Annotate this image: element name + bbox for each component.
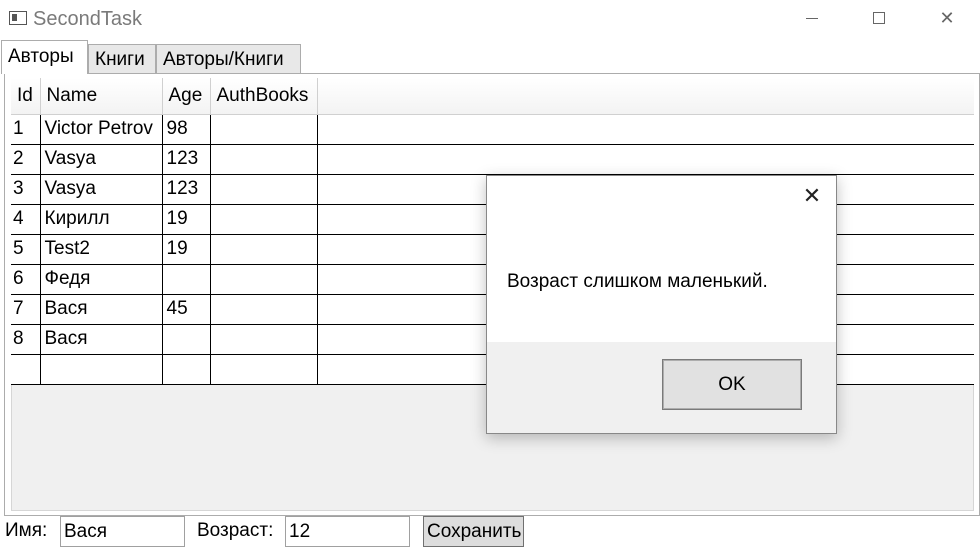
cell-authbooks[interactable] [210, 324, 318, 355]
maximize-button[interactable] [849, 0, 909, 36]
cell-name[interactable]: Вася [40, 294, 163, 325]
maximize-icon [873, 12, 885, 24]
age-input[interactable] [285, 516, 410, 547]
cell-name[interactable]: Вася [40, 324, 163, 355]
column-header-age[interactable]: Age [162, 78, 211, 115]
cell-authbooks[interactable] [210, 234, 318, 265]
window-title: SecondTask [33, 8, 142, 30]
cell-authbooks[interactable] [210, 294, 318, 325]
name-input[interactable] [60, 516, 185, 547]
cell-age[interactable]: 45 [162, 294, 211, 325]
age-label: Возраст: [197, 520, 274, 541]
cell-authbooks[interactable] [210, 174, 318, 205]
cell-id[interactable]: 3 [11, 174, 41, 205]
cell-name[interactable]: Vasya [40, 144, 163, 175]
window-app-icon [9, 11, 27, 25]
cell-id[interactable]: 2 [11, 144, 41, 175]
cell-age[interactable] [162, 354, 211, 385]
table-row[interactable]: 2 Vasya 123 [11, 144, 974, 175]
minimize-icon [806, 17, 818, 19]
edit-form: Имя: Возраст: Сохранить [0, 515, 980, 547]
cell-age[interactable] [162, 324, 211, 355]
cell-authbooks[interactable] [210, 204, 318, 235]
cell-id[interactable]: 4 [11, 204, 41, 235]
column-header-authbooks[interactable]: AuthBooks [210, 78, 318, 115]
cell-name[interactable]: Victor Petrov [40, 114, 163, 145]
cell-age[interactable]: 123 [162, 144, 211, 175]
column-header-filler [317, 78, 974, 115]
cell-id[interactable]: 8 [11, 324, 41, 355]
cell-age[interactable]: 19 [162, 234, 211, 265]
cell-id[interactable]: 5 [11, 234, 41, 265]
grid-header-row: Id Name Age AuthBooks [11, 78, 974, 115]
message-dialog: ✕ Возраст слишком маленький. OK [486, 175, 837, 434]
dialog-footer: OK [487, 342, 836, 433]
tab-authors-books[interactable]: Авторы/Книги [156, 44, 301, 74]
minimize-button[interactable] [782, 0, 842, 36]
cell-authbooks[interactable] [210, 114, 318, 145]
save-button[interactable]: Сохранить [423, 516, 524, 547]
column-header-name[interactable]: Name [40, 78, 163, 115]
column-header-id[interactable]: Id [11, 78, 41, 115]
dialog-message: Возраст слишком маленький. [507, 271, 768, 292]
tab-authors[interactable]: Авторы [1, 40, 88, 74]
tab-bar: Авторы/Книги Книги Авторы [0, 40, 980, 74]
cell-id[interactable]: 1 [11, 114, 41, 145]
tab-books[interactable]: Книги [88, 44, 156, 74]
cell-filler [317, 144, 974, 175]
cell-name[interactable]: Кирилл [40, 204, 163, 235]
close-icon: ✕ [802, 183, 822, 208]
cell-id[interactable]: 7 [11, 294, 41, 325]
cell-name[interactable] [40, 354, 163, 385]
cell-authbooks[interactable] [210, 354, 318, 385]
cell-authbooks[interactable] [210, 144, 318, 175]
cell-name[interactable]: Федя [40, 264, 163, 295]
cell-name[interactable]: Test2 [40, 234, 163, 265]
ok-button[interactable]: OK [663, 360, 801, 409]
dialog-close-button[interactable]: ✕ [792, 178, 832, 214]
cell-filler [317, 114, 974, 145]
title-bar: SecondTask ✕ [0, 0, 980, 36]
name-label: Имя: [5, 520, 48, 541]
cell-age[interactable] [162, 264, 211, 295]
cell-age[interactable]: 98 [162, 114, 211, 145]
cell-age[interactable]: 123 [162, 174, 211, 205]
cell-name[interactable]: Vasya [40, 174, 163, 205]
cell-age[interactable]: 19 [162, 204, 211, 235]
cell-authbooks[interactable] [210, 264, 318, 295]
close-icon: ✕ [939, 7, 955, 28]
close-window-button[interactable]: ✕ [917, 0, 977, 36]
cell-id[interactable] [11, 354, 41, 385]
table-row[interactable]: 1 Victor Petrov 98 [11, 114, 974, 145]
cell-id[interactable]: 6 [11, 264, 41, 295]
